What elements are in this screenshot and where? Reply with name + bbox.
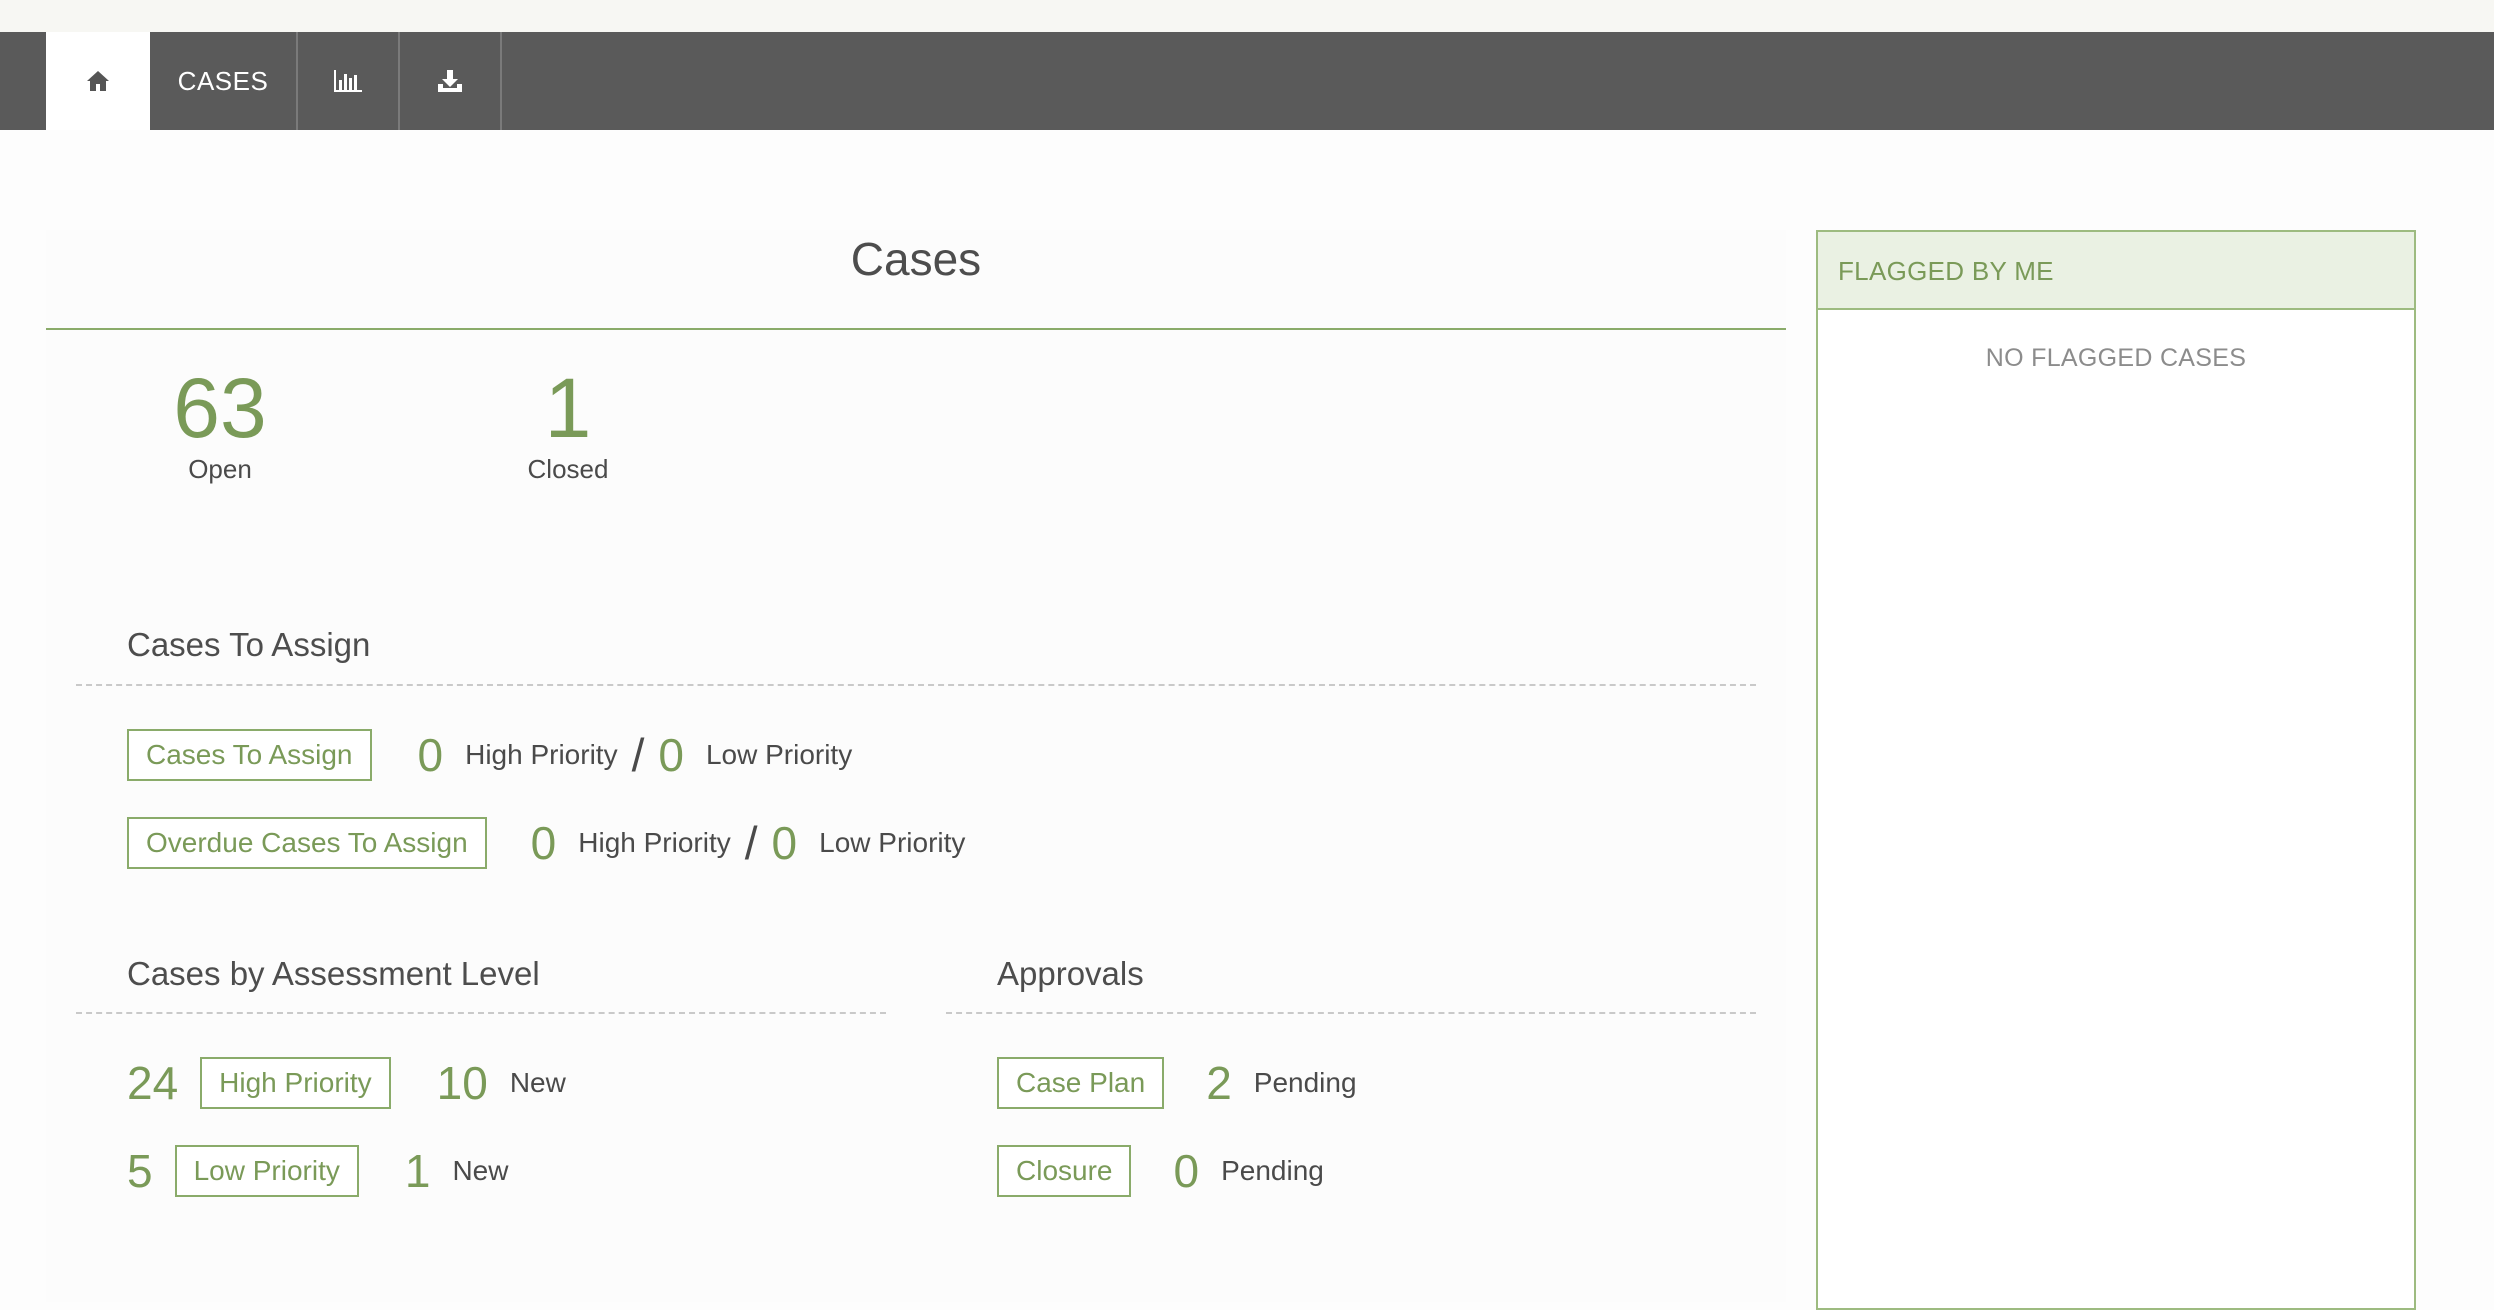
new-label: New [452,1155,509,1186]
closed-cases-stat[interactable]: 1 Closed [506,366,630,485]
cases-to-assign-button[interactable]: Cases To Assign [127,729,372,781]
high-priority-button[interactable]: High Priority [200,1057,391,1109]
flagged-panel-heading: FLAGGED BY ME [1818,232,2414,310]
tab-cases[interactable]: CASES [150,32,298,130]
closure-button[interactable]: Closure [997,1145,1132,1197]
approvals-heading: Approvals [997,955,1144,992]
assessment-low-row: 5 Low Priority 1 New [127,1144,508,1198]
title-divider [46,328,1786,330]
open-count: 63 [173,361,267,455]
section-divider [76,1012,886,1014]
assessment-heading: Cases by Assessment Level [127,955,540,992]
low-priority-label: Low Priority [705,739,853,770]
cases-to-assign-heading: Cases To Assign [127,626,371,663]
download-icon [437,69,463,93]
high-priority-total: 24 [127,1057,179,1109]
approval-case-plan-row: Case Plan 2 Pending [997,1056,1357,1110]
home-icon [86,70,110,92]
no-flagged-cases-message: NO FLAGGED CASES [1985,344,2247,372]
high-priority-new-count: 10 [436,1057,488,1109]
case-plan-button[interactable]: Case Plan [997,1057,1165,1109]
high-priority-label: High Priority [578,827,731,858]
overdue-cases-to-assign-button[interactable]: Overdue Cases To Assign [127,817,487,869]
tab-cases-label: CASES [177,65,269,96]
bar-chart-icon [333,69,363,93]
closed-label: Closed [527,454,609,484]
section-divider [76,684,1756,686]
high-priority-label: High Priority [465,739,618,770]
tab-download[interactable] [400,32,502,130]
new-label: New [509,1067,566,1098]
open-label: Open [188,454,252,484]
case-plan-pending-count: 2 [1206,1057,1232,1109]
approval-closure-row: Closure 0 Pending [997,1144,1324,1198]
closure-pending-count: 0 [1173,1145,1200,1197]
high-priority-count: 0 [530,817,557,869]
open-cases-stat[interactable]: 63 Open [155,366,285,485]
main-navbar: CASES [0,32,2494,130]
pending-label: Pending [1253,1067,1357,1098]
low-priority-new-count: 1 [404,1145,431,1197]
flagged-panel: FLAGGED BY ME NO FLAGGED CASES [1816,230,2416,1310]
overdue-assign-row: Overdue Cases To Assign 0 High Priority … [127,816,965,870]
separator: / [631,729,645,781]
tab-reports[interactable] [298,32,400,130]
tab-home[interactable] [46,32,150,130]
separator: / [744,817,758,869]
low-priority-count: 0 [658,729,684,781]
high-priority-count: 0 [417,729,444,781]
section-divider [946,1012,1756,1014]
low-priority-label: Low Priority [819,827,966,858]
low-priority-total: 5 [127,1145,153,1197]
low-priority-button[interactable]: Low Priority [174,1145,359,1197]
low-priority-count: 0 [771,817,798,869]
page-title: Cases [850,233,982,285]
pending-label: Pending [1221,1155,1324,1186]
top-strip [0,0,2494,32]
assign-row: Cases To Assign 0 High Priority / 0 Low … [127,728,852,782]
assessment-high-row: 24 High Priority 10 New [127,1056,566,1110]
closed-count: 1 [544,361,592,455]
